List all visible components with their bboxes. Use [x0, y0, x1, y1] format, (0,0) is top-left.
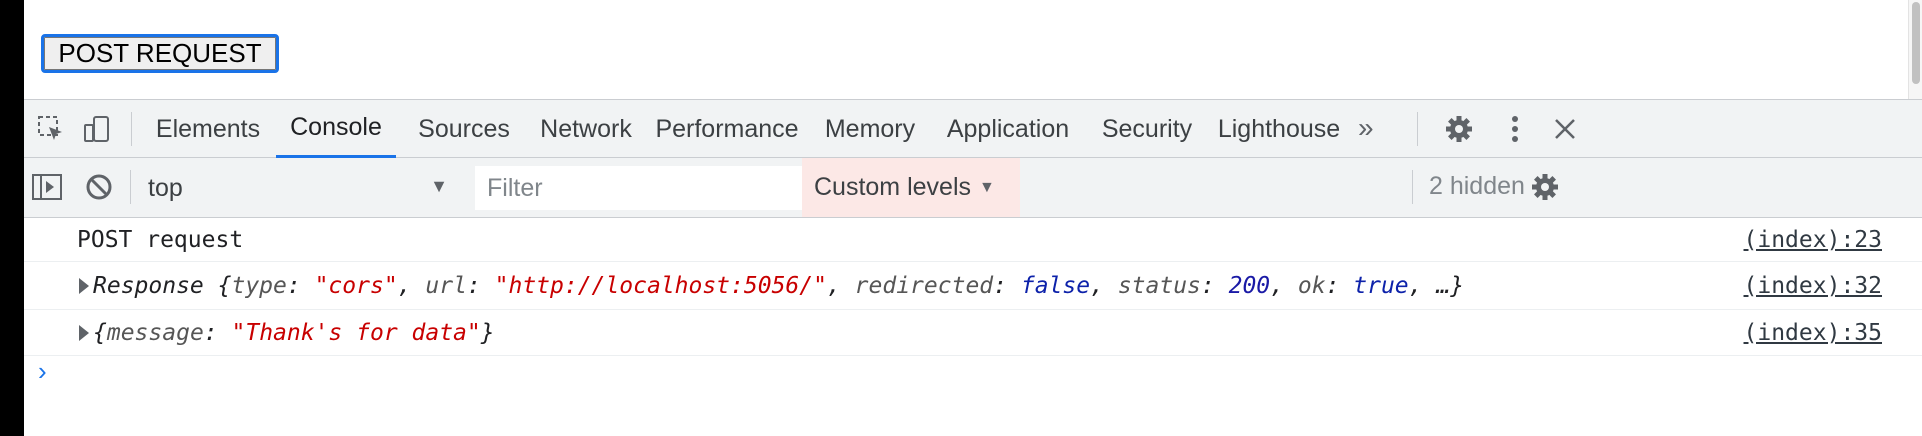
- left-edge: [0, 0, 24, 436]
- tab-performance[interactable]: Performance: [652, 100, 802, 158]
- tab-network[interactable]: Network: [530, 100, 642, 158]
- ellipsis: …: [1436, 272, 1451, 299]
- tab-security[interactable]: Security: [1092, 100, 1202, 158]
- tab-sources[interactable]: Sources: [408, 100, 520, 158]
- source-link[interactable]: (index):32: [1744, 262, 1882, 309]
- prop-key: url: [425, 272, 467, 299]
- prop-key: ok: [1297, 272, 1326, 299]
- tab-console[interactable]: Console: [276, 100, 396, 158]
- separator: [130, 170, 131, 204]
- context-selector[interactable]: top ▼: [148, 168, 458, 208]
- scrollbar-thumb[interactable]: [1912, 2, 1920, 84]
- post-request-button[interactable]: POST REQUEST: [41, 34, 279, 73]
- device-toolbar-icon[interactable]: [80, 114, 114, 144]
- message-object[interactable]: Response {type: "cors", url: "http://loc…: [77, 262, 1464, 309]
- console-output: POST request (index):23 Response {type: …: [24, 218, 1922, 436]
- prop-key: redirected: [854, 272, 994, 299]
- prop-value: true: [1353, 272, 1409, 299]
- clear-console-icon[interactable]: [82, 172, 116, 202]
- prop-key: status: [1117, 272, 1201, 299]
- prop-value: false: [1020, 272, 1091, 299]
- settings-gear-icon[interactable]: [1442, 114, 1476, 144]
- hidden-messages-count: 2 hidden: [1429, 172, 1525, 200]
- console-message: {message: "Thank's for data"} (index):35: [24, 310, 1922, 356]
- more-options-icon[interactable]: [1498, 114, 1532, 144]
- separator: [1417, 112, 1418, 146]
- tab-application[interactable]: Application: [936, 100, 1080, 158]
- prop-value: "cors": [314, 272, 398, 299]
- tab-elements[interactable]: Elements: [152, 100, 264, 158]
- prop-value: 200: [1228, 272, 1271, 299]
- context-value: top: [148, 173, 183, 202]
- prop-key: message: [106, 319, 204, 346]
- log-levels-dropdown[interactable]: Custom levels ▼: [802, 158, 1020, 217]
- dropdown-arrow-icon: ▼: [430, 176, 448, 196]
- source-link[interactable]: (index):23: [1744, 218, 1882, 261]
- object-name: Response: [93, 272, 204, 299]
- console-toolbar: top ▼ Custom levels ▼ 2 hidden: [24, 158, 1922, 218]
- devtools-tabbar: Elements Console Sources Network Perform…: [24, 99, 1922, 158]
- inspect-element-icon[interactable]: [34, 114, 68, 144]
- separator: [131, 112, 132, 146]
- prop-value: "Thank's for data": [231, 319, 481, 346]
- console-prompt-icon[interactable]: ›: [38, 356, 47, 387]
- console-message: Response {type: "cors", url: "http://loc…: [24, 262, 1922, 310]
- tab-lighthouse[interactable]: Lighthouse: [1214, 100, 1344, 158]
- close-icon[interactable]: [1548, 114, 1582, 144]
- log-levels-label: Custom levels: [814, 173, 971, 201]
- console-settings-gear-icon[interactable]: [1528, 172, 1562, 202]
- message-object[interactable]: {message: "Thank's for data"}: [77, 310, 495, 355]
- separator: [1412, 170, 1413, 204]
- more-tabs-icon[interactable]: »: [1358, 112, 1374, 144]
- dropdown-arrow-icon: ▼: [979, 178, 995, 196]
- message-text: POST request: [77, 226, 244, 253]
- prop-key: type: [231, 272, 287, 299]
- source-link[interactable]: (index):35: [1744, 310, 1882, 355]
- page-viewport: [24, 0, 1922, 99]
- page-scrollbar[interactable]: [1908, 0, 1922, 99]
- prop-value: "http://localhost:5056/": [494, 272, 827, 299]
- expand-triangle-icon[interactable]: [79, 277, 89, 294]
- show-sidebar-icon[interactable]: [30, 172, 64, 202]
- tab-memory[interactable]: Memory: [814, 100, 926, 158]
- expand-triangle-icon[interactable]: [79, 324, 89, 341]
- console-message: POST request (index):23: [24, 218, 1922, 262]
